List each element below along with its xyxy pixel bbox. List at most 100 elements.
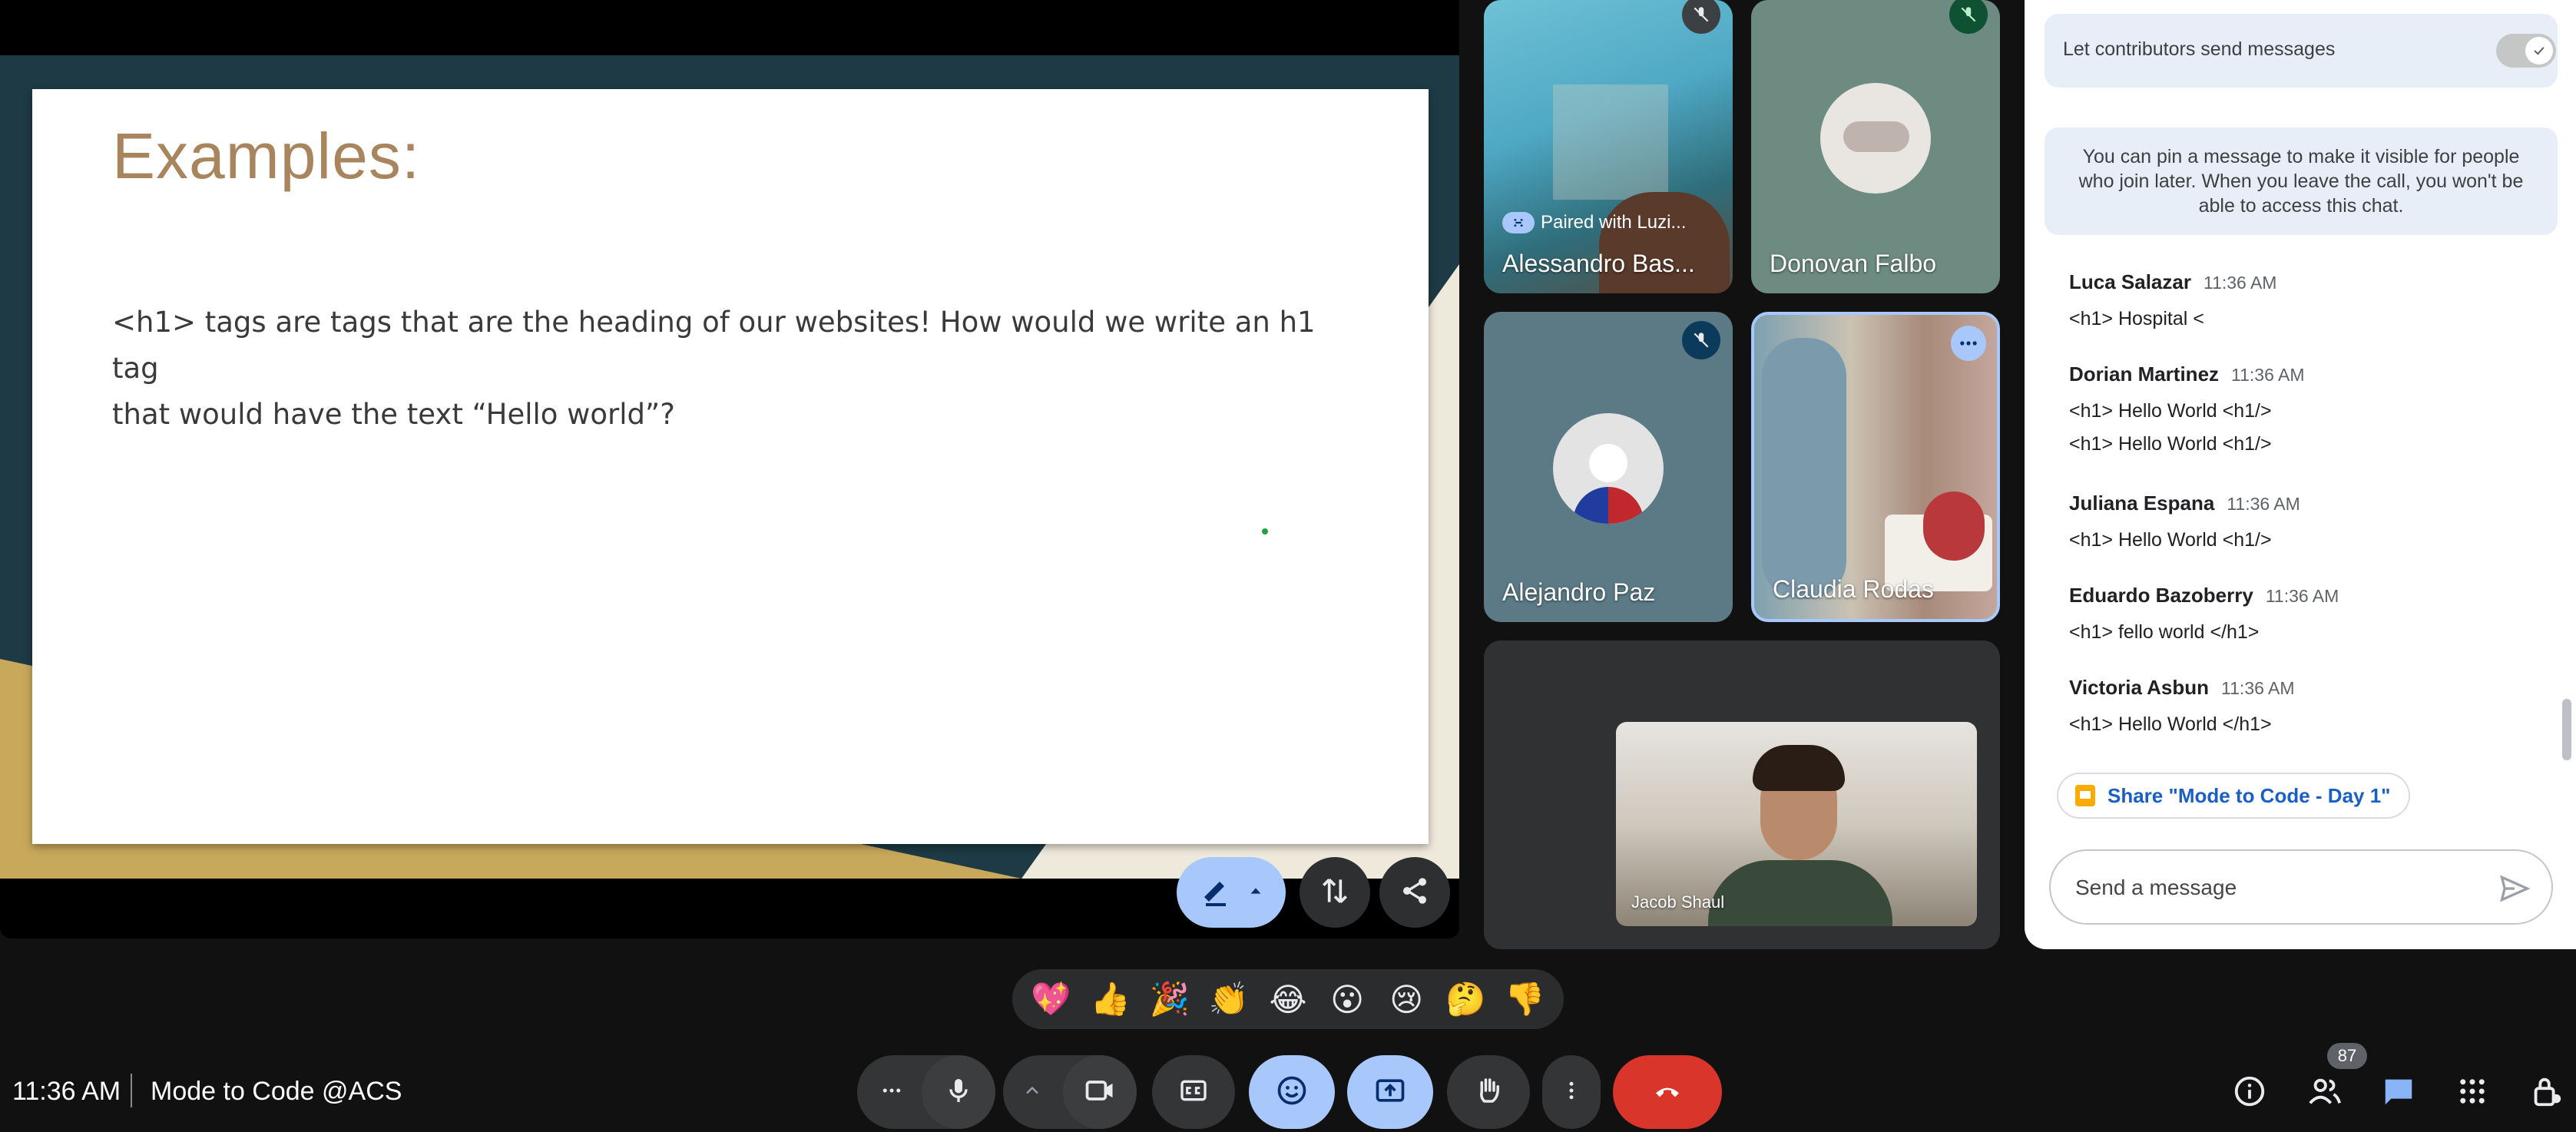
share-file-label: Share "Mode to Code - Day 1" xyxy=(2107,783,2391,807)
audio-options-group xyxy=(857,1055,995,1129)
send-icon[interactable] xyxy=(2498,872,2531,905)
message-time: 11:36 AM xyxy=(2221,678,2295,698)
reaction-heart[interactable]: 💖 xyxy=(1025,973,1078,1025)
pin-info-note: You can pin a message to make it visible… xyxy=(2045,127,2558,235)
chat-panel: Let contributors send messages You can p… xyxy=(2025,0,2576,949)
avatar xyxy=(1553,413,1664,524)
message-input-box xyxy=(2049,849,2553,925)
mic-button[interactable] xyxy=(922,1055,995,1129)
presentation-stage: Examples: <h1> tags are tags that are th… xyxy=(0,0,1459,938)
pen-icon xyxy=(1198,872,1235,913)
people-icon[interactable] xyxy=(2303,1069,2347,1114)
participant-name: Claudia Rodas xyxy=(1773,575,1934,603)
participant-tile-alejandro[interactable]: Alejandro Paz xyxy=(1484,312,1733,622)
more-horiz-icon[interactable] xyxy=(880,1079,903,1106)
emoji-icon xyxy=(1275,1074,1309,1111)
present-button[interactable] xyxy=(1347,1055,1433,1129)
share-screen-button[interactable] xyxy=(1379,857,1450,928)
reaction-surprised[interactable]: 😮 xyxy=(1321,973,1373,1025)
link-icon xyxy=(1502,212,1535,233)
camera-button[interactable] xyxy=(1063,1055,1137,1129)
chat-scrollbar[interactable] xyxy=(2562,699,2571,760)
raise-hand-button[interactable] xyxy=(1447,1055,1530,1129)
message-time: 11:36 AM xyxy=(2265,586,2339,606)
slide xyxy=(32,89,1429,844)
message-author: Juliana Espana xyxy=(2069,492,2215,515)
reaction-thinking[interactable]: 🤔 xyxy=(1439,973,1492,1025)
check-icon xyxy=(2525,37,2553,65)
chat-message: Juliana Espana 11:36 AM <h1> Hello World … xyxy=(2069,492,2545,551)
meeting-clock: 11:36 AM xyxy=(12,1077,121,1106)
lock-person-icon[interactable] xyxy=(2524,1069,2568,1114)
annotate-button[interactable] xyxy=(1177,857,1286,928)
divider xyxy=(131,1074,132,1107)
participant-tile-alessandro[interactable]: Paired with Luzi... Alessandro Bas... xyxy=(1484,0,1733,293)
chat-message: Victoria Asbun 11:36 AM <h1> Hello World … xyxy=(2069,676,2545,736)
message-author: Luca Salazar xyxy=(2069,270,2191,293)
chat-message: Dorian Martinez 11:36 AM <h1> Hello World… xyxy=(2069,362,2545,455)
participant-tile-claudia[interactable]: Claudia Rodas xyxy=(1751,312,2000,622)
captions-icon xyxy=(1178,1075,1209,1110)
message-text: <h1> Hello World </h1> xyxy=(2069,713,2272,735)
message-text: <h1> Hello World <h1/> xyxy=(2069,433,2272,455)
mic-off-icon xyxy=(1682,0,1720,34)
message-text: <h1> Hospital < xyxy=(2069,308,2204,329)
apps-icon[interactable] xyxy=(2450,1069,2495,1114)
reaction-laugh[interactable]: 😂 xyxy=(1262,973,1314,1025)
slide-title: Examples: xyxy=(112,120,421,192)
call-end-icon xyxy=(1648,1075,1687,1110)
share-icon xyxy=(1399,875,1430,910)
reaction-party[interactable]: 🎉 xyxy=(1144,973,1196,1025)
message-author: Dorian Martinez xyxy=(2069,362,2220,386)
message-time: 11:36 AM xyxy=(2203,273,2277,293)
chevron-up-icon[interactable] xyxy=(1021,1080,1043,1105)
reaction-thumbs-down[interactable]: 👎 xyxy=(1498,973,1551,1025)
participant-name: Alessandro Bas... xyxy=(1502,250,1695,277)
reaction-sad[interactable]: 😢 xyxy=(1380,973,1432,1025)
message-time: 11:36 AM xyxy=(2231,365,2305,385)
swap-tiles-button[interactable] xyxy=(1300,857,1370,928)
message-text: <h1> Hello World <h1/> xyxy=(2069,529,2272,551)
message-time: 11:36 AM xyxy=(2227,494,2300,514)
camera-options-group xyxy=(1003,1055,1137,1129)
slide-body-line: <h1> tags are tags that are the heading … xyxy=(112,306,1316,385)
participant-tile-donovan[interactable]: Donovan Falbo xyxy=(1751,0,2000,293)
info-icon[interactable] xyxy=(2227,1069,2272,1114)
hand-icon xyxy=(1472,1074,1505,1110)
chevron-up-icon xyxy=(1247,882,1264,903)
more-options-button[interactable] xyxy=(1542,1055,1601,1129)
participant-name: Alejandro Paz xyxy=(1502,578,1656,606)
people-count-badge: 87 xyxy=(2327,1043,2367,1069)
swap-icon xyxy=(1318,874,1352,912)
leave-call-button[interactable] xyxy=(1613,1055,1722,1129)
reaction-bar: 💖 👍 🎉 👏 😂 😮 😢 🤔 👎 xyxy=(1012,969,1564,1029)
meeting-name: Mode to Code @ACS xyxy=(151,1077,402,1106)
contributors-toggle[interactable] xyxy=(2496,34,2556,68)
captions-button[interactable] xyxy=(1152,1055,1235,1129)
pointer-dot xyxy=(1262,528,1268,535)
mic-off-icon xyxy=(1682,321,1720,359)
avatar xyxy=(1820,83,1931,194)
chat-icon[interactable] xyxy=(2376,1069,2421,1114)
share-file-chip[interactable]: Share "Mode to Code - Day 1" xyxy=(2057,773,2410,819)
more-horiz-icon[interactable] xyxy=(1951,326,1986,361)
slides-icon xyxy=(2075,785,2095,806)
chat-message: Luca Salazar 11:36 AM <h1> Hospital < xyxy=(2069,270,2545,330)
reaction-clap[interactable]: 👏 xyxy=(1203,973,1255,1025)
slide-body: <h1> tags are tags that are the heading … xyxy=(112,300,1341,438)
message-author: Eduardo Bazoberry xyxy=(2069,584,2253,607)
participant-name: Donovan Falbo xyxy=(1770,250,1937,277)
pairing-label: Paired with Luzi... xyxy=(1502,212,1686,233)
mic-off-icon xyxy=(1949,0,1988,34)
reactions-button[interactable] xyxy=(1249,1055,1335,1129)
message-text: <h1> Hello World <h1/> xyxy=(2069,400,2272,422)
participant-tile-jacob[interactable]: Jacob Shaul xyxy=(1616,722,1977,926)
message-input[interactable] xyxy=(2074,869,2476,906)
more-vert-icon xyxy=(1560,1077,1583,1108)
slide-body-line: that would have the text “Hello world”? xyxy=(112,398,675,431)
reaction-thumbs-up[interactable]: 👍 xyxy=(1084,973,1137,1025)
chat-message: Eduardo Bazoberry 11:36 AM <h1> fello wor… xyxy=(2069,584,2545,644)
message-author: Victoria Asbun xyxy=(2069,676,2210,699)
participant-name: Jacob Shaul xyxy=(1631,892,1725,912)
present-icon xyxy=(1373,1074,1407,1111)
